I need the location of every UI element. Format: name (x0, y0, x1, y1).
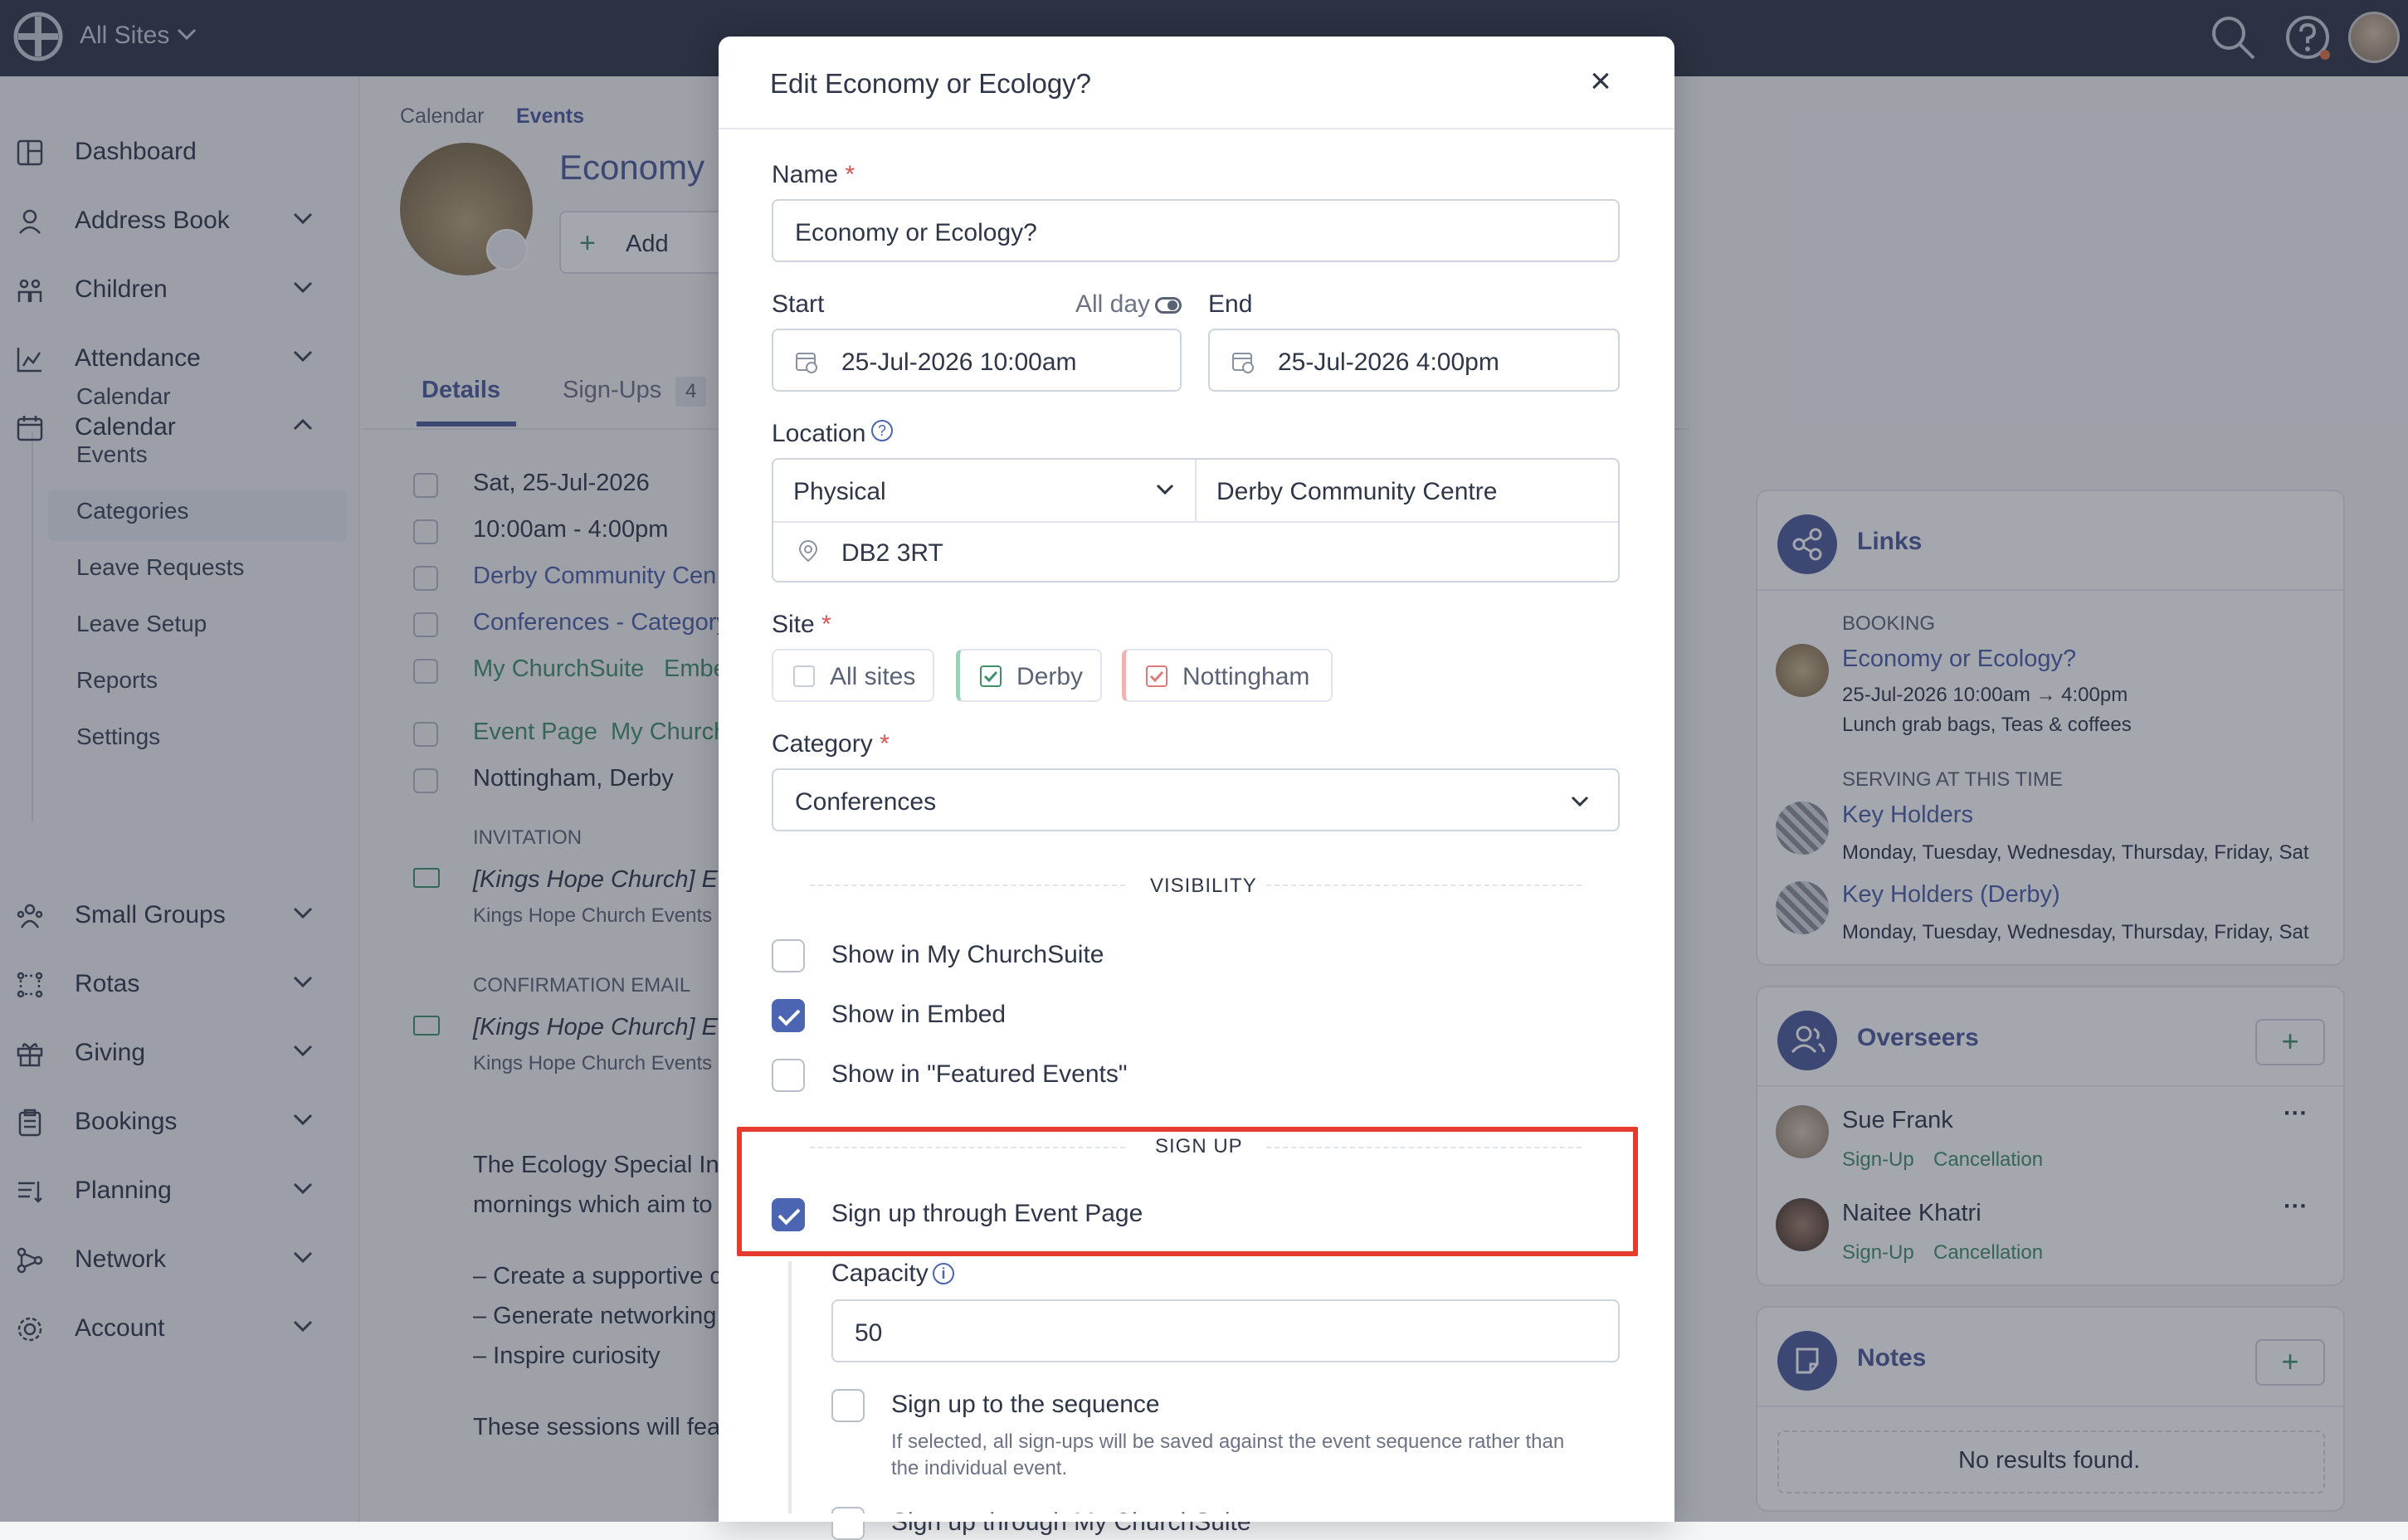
site-label: Site * (772, 611, 831, 638)
end-value: 25-Jul-2026 4:00pm (1278, 348, 1499, 376)
postcode-field[interactable]: DB2 3RT (841, 539, 943, 568)
location-label: Location (772, 420, 866, 447)
info-icon[interactable]: ? (871, 420, 893, 441)
end-datetime-field[interactable]: 25-Jul-2026 4:00pm (1208, 329, 1620, 392)
start-label: Start (772, 290, 825, 318)
site-all-sites[interactable]: All sites (772, 649, 934, 702)
close-icon[interactable]: × (1582, 63, 1620, 101)
site-derby[interactable]: Derby (956, 649, 1102, 702)
chevron-down-icon (1155, 483, 1175, 496)
check-icon (1146, 665, 1167, 687)
start-value: 25-Jul-2026 10:00am (841, 348, 1077, 376)
location-name-field[interactable]: Derby Community Centre (1216, 478, 1497, 506)
location-type-value: Physical (793, 478, 886, 505)
highlight-box (737, 1127, 1638, 1256)
show-in-embed-label: Show in Embed (831, 1001, 1007, 1028)
end-label: End (1208, 290, 1253, 318)
modal-header: Edit Economy or Ecology? × (719, 37, 1674, 129)
signup-sequence-checkbox[interactable] (831, 1389, 865, 1422)
edit-event-modal: Edit Economy or Ecology? × Name * Econom… (719, 37, 1674, 1540)
show-in-featured-label: Show in "Featured Events" (831, 1060, 1128, 1088)
nested-options-line (788, 1261, 792, 1522)
visibility-heading: VISIBILITY (1150, 875, 1257, 897)
map-pin-icon (798, 539, 818, 564)
show-in-mychurchsuite-checkbox[interactable] (772, 939, 805, 972)
allday-label: All day (1075, 290, 1151, 318)
site-nottingham[interactable]: Nottingham (1122, 649, 1333, 702)
show-in-featured-checkbox[interactable] (772, 1059, 805, 1092)
info-icon[interactable]: i (933, 1263, 954, 1284)
checkbox-icon (793, 665, 815, 687)
capacity-field[interactable]: 50 (831, 1299, 1620, 1362)
calendar-clock-icon (1231, 350, 1255, 373)
show-in-embed-checkbox[interactable] (772, 999, 805, 1032)
modal-fade (719, 1513, 1674, 1522)
divider (810, 885, 1125, 886)
location-group: Physical Derby Community Centre DB2 3RT (772, 458, 1620, 582)
location-type-select[interactable]: Physical (773, 460, 1195, 521)
check-icon (980, 665, 1002, 687)
category-value: Conferences (795, 788, 937, 816)
start-datetime-field[interactable]: 25-Jul-2026 10:00am (772, 329, 1182, 392)
allday-toggle[interactable] (1155, 297, 1182, 314)
show-in-mychurchsuite-label: Show in My ChurchSuite (831, 941, 1104, 968)
category-label: Category * (772, 730, 890, 758)
signup-sequence-label: Sign up to the sequence (891, 1391, 1160, 1418)
divider (1266, 885, 1582, 886)
modal-title: Edit Economy or Ecology? (770, 68, 1092, 99)
name-label: Name * (772, 161, 855, 188)
chevron-down-icon (1570, 795, 1590, 808)
capacity-label: Capacity (831, 1260, 929, 1287)
category-select[interactable]: Conferences (772, 768, 1620, 831)
calendar-clock-icon (795, 350, 818, 373)
sequence-help-2: the individual event. (891, 1457, 1068, 1479)
sequence-help-1: If selected, all sign-ups will be saved … (891, 1430, 1565, 1453)
signup-mychurchsuite-checkbox[interactable] (831, 1507, 865, 1540)
name-field[interactable]: Economy or Ecology? (772, 199, 1620, 262)
